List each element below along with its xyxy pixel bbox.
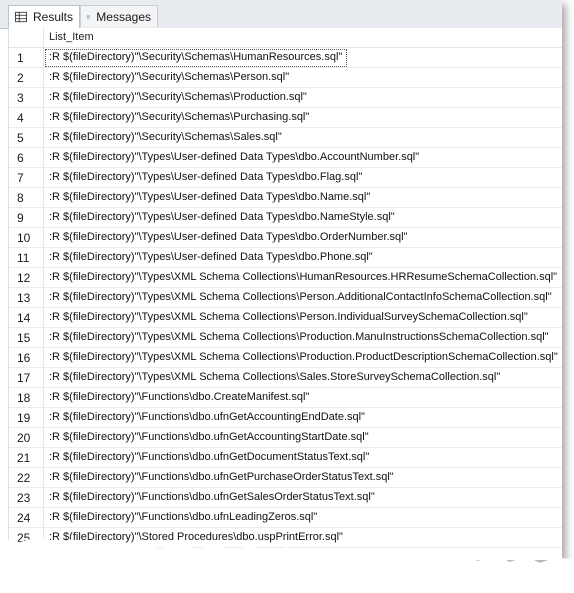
grid-icon: [15, 11, 27, 23]
list-item-cell[interactable]: :R $(fileDirectory)"\Types\XML Schema Co…: [49, 331, 549, 343]
table-row[interactable]: 6 :R $(fileDirectory)"\Types\User-defined…: [9, 148, 562, 168]
row-number: 3: [17, 91, 24, 105]
row-number: 11: [17, 251, 30, 265]
table-row[interactable]: 22 :R $(fileDirectory)"\Functions\dbo.ufn…: [9, 468, 562, 488]
table-row[interactable]: 8 :R $(fileDirectory)"\Types\User-defined…: [9, 188, 562, 208]
table-row[interactable]: 17 :R $(fileDirectory)"\Types\XML Schema …: [9, 368, 562, 388]
row-number: 14: [17, 311, 31, 325]
row-number: 17: [17, 371, 31, 385]
tab-results-label: Results: [32, 10, 73, 24]
row-number: 22: [17, 471, 31, 485]
row-number: 9: [17, 211, 24, 225]
row-header-cell[interactable]: [9, 188, 44, 207]
row-header-cell[interactable]: [9, 108, 44, 127]
messages-icon: [87, 15, 91, 18]
column-header-list-item[interactable]: List_Item: [49, 31, 94, 43]
row-number: 18: [17, 391, 31, 405]
row-number: 7: [17, 171, 24, 185]
table-row[interactable]: 4 :R $(fileDirectory)"\Security\Schemas\P…: [9, 108, 562, 128]
list-item-cell[interactable]: :R $(fileDirectory)"\Functions\dbo.ufnGe…: [49, 431, 369, 443]
table-row[interactable]: 1 :R $(fileDirectory)"\Security\Schemas\H…: [9, 48, 562, 68]
list-item-cell[interactable]: :R $(fileDirectory)"\Security\Schemas\Pe…: [49, 71, 289, 83]
table-row[interactable]: 18 :R $(fileDirectory)"\Functions\dbo.Cre…: [9, 388, 562, 408]
table-row[interactable]: 16 :R $(fileDirectory)"\Types\XML Schema …: [9, 348, 562, 368]
grid-corner[interactable]: [9, 28, 44, 47]
row-header-cell[interactable]: [9, 128, 44, 147]
results-tabbar: Results Messages: [0, 0, 562, 29]
table-row[interactable]: 15 :R $(fileDirectory)"\Types\XML Schema …: [9, 328, 562, 348]
results-grid[interactable]: List_Item 1 :R $(fileDirectory)"\Security…: [8, 28, 562, 560]
table-row[interactable]: 5 :R $(fileDirectory)"\Security\Schemas\S…: [9, 128, 562, 148]
list-item-cell[interactable]: :R $(fileDirectory)"\Types\User-defined …: [49, 171, 362, 183]
table-row[interactable]: 19 :R $(fileDirectory)"\Functions\dbo.ufn…: [9, 408, 562, 428]
row-number: 21: [17, 451, 31, 465]
list-item-cell[interactable]: :R $(fileDirectory)"\Security\Schemas\Hu…: [49, 51, 342, 63]
list-item-cell[interactable]: :R $(fileDirectory)"\Types\User-defined …: [49, 231, 408, 243]
row-header-cell[interactable]: [9, 208, 44, 227]
table-row[interactable]: 12 :R $(fileDirectory)"\Types\XML Schema …: [9, 268, 562, 288]
list-item-cell[interactable]: :R $(fileDirectory)"\Security\Schemas\Pr…: [49, 91, 307, 103]
list-item-cell[interactable]: :R $(fileDirectory)"\Types\XML Schema Co…: [49, 311, 528, 323]
table-row[interactable]: 2 :R $(fileDirectory)"\Security\Schemas\P…: [9, 68, 562, 88]
tab-messages[interactable]: Messages: [80, 5, 158, 27]
row-number: 13: [17, 291, 31, 305]
table-row[interactable]: 14 :R $(fileDirectory)"\Types\XML Schema …: [9, 308, 562, 328]
row-number: 6: [17, 151, 24, 165]
row-number: 4: [17, 111, 24, 125]
torn-edge: [0, 537, 574, 593]
list-item-cell[interactable]: :R $(fileDirectory)"\Types\User-defined …: [49, 251, 373, 263]
results-pane: Results Messages List_Item 1 :R $(fileDir…: [0, 0, 562, 560]
table-row[interactable]: 7 :R $(fileDirectory)"\Types\User-defined…: [9, 168, 562, 188]
row-number: 16: [17, 351, 31, 365]
list-item-cell[interactable]: :R $(fileDirectory)"\Types\User-defined …: [49, 191, 370, 203]
row-number: 1: [17, 51, 24, 65]
list-item-cell[interactable]: :R $(fileDirectory)"\Security\Schemas\Pu…: [49, 111, 309, 123]
row-number: 20: [17, 431, 31, 445]
list-item-cell[interactable]: :R $(fileDirectory)"\Types\XML Schema Co…: [49, 351, 558, 363]
list-item-cell[interactable]: :R $(fileDirectory)"\Types\XML Schema Co…: [49, 271, 557, 283]
table-row[interactable]: 3 :R $(fileDirectory)"\Security\Schemas\P…: [9, 88, 562, 108]
table-row[interactable]: 13 :R $(fileDirectory)"\Types\XML Schema …: [9, 288, 562, 308]
row-number: 15: [17, 331, 31, 345]
table-row[interactable]: 11 :R $(fileDirectory)"\Types\User-define…: [9, 248, 562, 268]
tab-messages-label: Messages: [96, 9, 151, 24]
list-item-cell[interactable]: :R $(fileDirectory)"\Types\User-defined …: [49, 211, 395, 223]
list-item-cell[interactable]: :R $(fileDirectory)"\Types\User-defined …: [49, 151, 419, 163]
list-item-cell[interactable]: :R $(fileDirectory)"\Security\Schemas\Sa…: [49, 131, 282, 143]
list-item-cell[interactable]: :R $(fileDirectory)"\Types\XML Schema Co…: [49, 371, 500, 383]
table-row[interactable]: 23 :R $(fileDirectory)"\Functions\dbo.ufn…: [9, 488, 562, 508]
row-header-cell[interactable]: [9, 148, 44, 167]
table-row[interactable]: 20 :R $(fileDirectory)"\Functions\dbo.ufn…: [9, 428, 562, 448]
row-number: 23: [17, 491, 31, 505]
grid-rows: 1 :R $(fileDirectory)"\Security\Schemas\H…: [9, 48, 562, 560]
table-row[interactable]: 21 :R $(fileDirectory)"\Functions\dbo.ufn…: [9, 448, 562, 468]
row-header-cell[interactable]: [9, 88, 44, 107]
row-number: 10: [17, 231, 31, 245]
row-number: 12: [17, 271, 31, 285]
list-item-cell[interactable]: :R $(fileDirectory)"\Types\XML Schema Co…: [49, 291, 552, 303]
row-number: 2: [17, 71, 24, 85]
list-item-cell[interactable]: :R $(fileDirectory)"\Functions\dbo.ufnGe…: [49, 491, 375, 503]
row-number: 19: [17, 411, 31, 425]
table-row[interactable]: 10 :R $(fileDirectory)"\Types\User-define…: [9, 228, 562, 248]
list-item-cell[interactable]: :R $(fileDirectory)"\Functions\dbo.ufnGe…: [49, 451, 369, 463]
row-header-cell[interactable]: [9, 168, 44, 187]
row-number: 8: [17, 191, 24, 205]
table-row[interactable]: 9 :R $(fileDirectory)"\Types\User-defined…: [9, 208, 562, 228]
row-number: 5: [17, 131, 24, 145]
tab-results[interactable]: Results: [8, 5, 80, 29]
list-item-cell[interactable]: :R $(fileDirectory)"\Functions\dbo.Creat…: [49, 391, 309, 403]
row-header-cell[interactable]: [9, 68, 44, 87]
row-header-cell[interactable]: [9, 48, 44, 67]
grid-header-row: List_Item: [9, 28, 562, 48]
list-item-cell[interactable]: :R $(fileDirectory)"\Functions\dbo.ufnGe…: [49, 471, 394, 483]
list-item-cell[interactable]: :R $(fileDirectory)"\Functions\dbo.ufnGe…: [49, 411, 365, 423]
